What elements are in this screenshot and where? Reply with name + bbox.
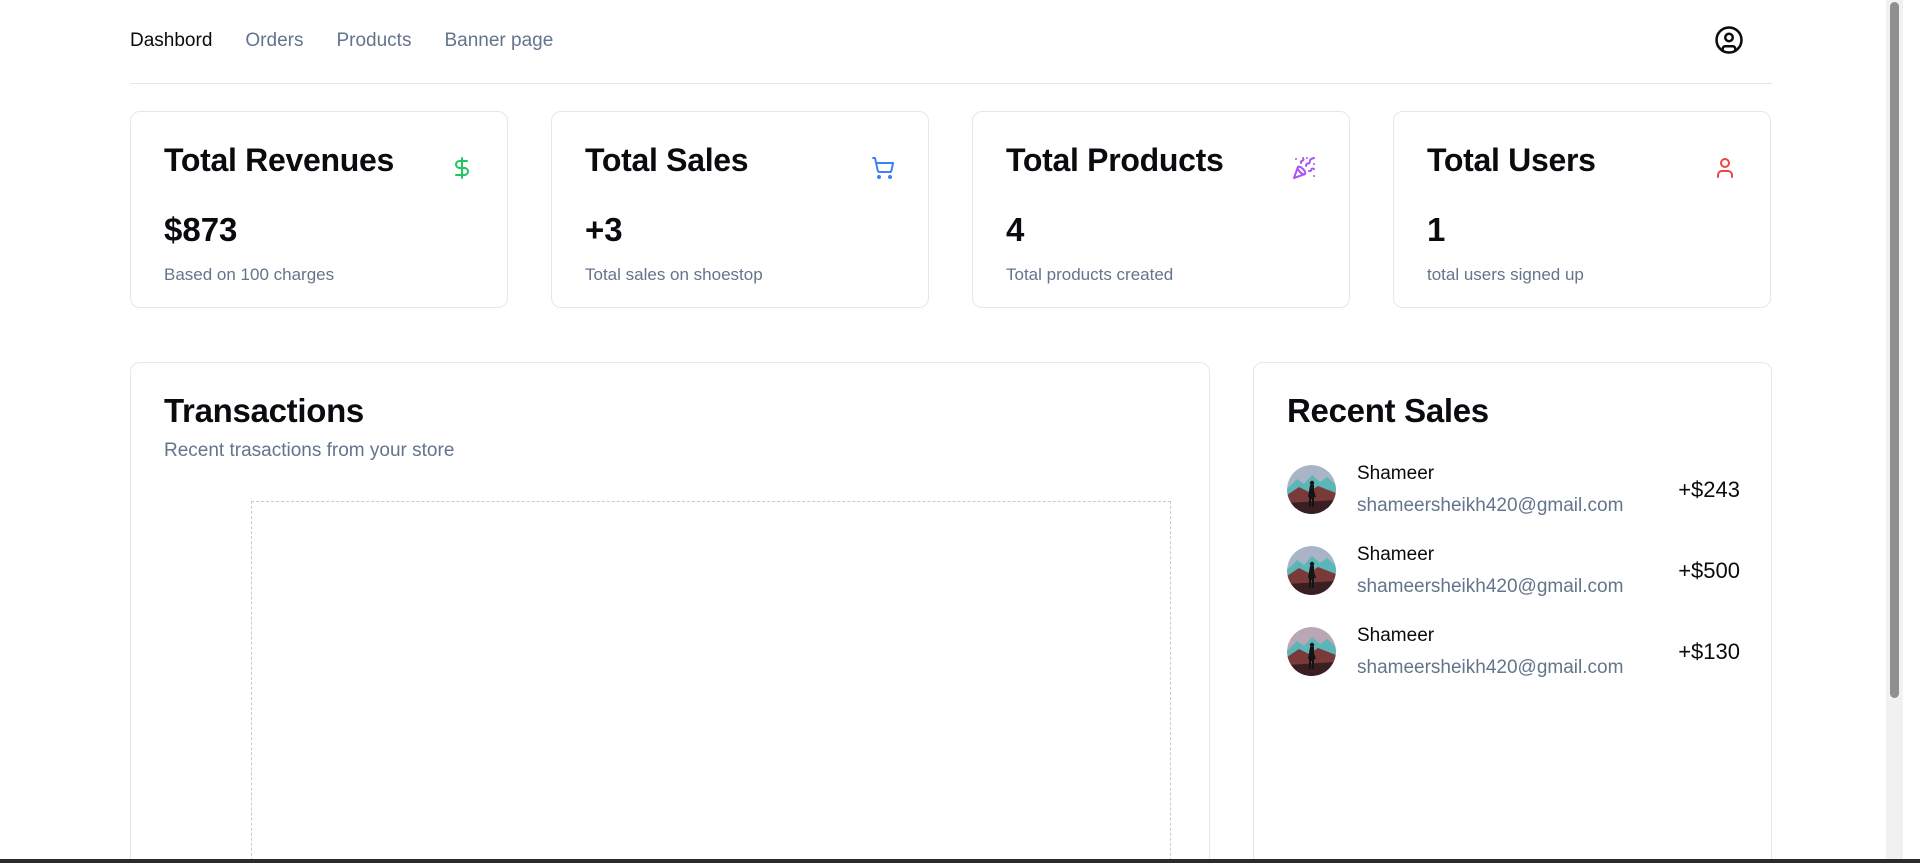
- transactions-chart-area: [251, 501, 1171, 859]
- sale-customer-email: shameersheikh420@gmail.com: [1357, 576, 1624, 597]
- nav-link-banner-page[interactable]: Banner page: [444, 30, 553, 52]
- stat-description: total users signed up: [1427, 265, 1584, 284]
- transactions-card: Transactions Recent trasactions from you…: [130, 362, 1210, 859]
- stat-card-revenues: Total Revenues $873 Based on 100 charges: [130, 111, 508, 308]
- stat-title: Total Products: [1006, 142, 1224, 178]
- stat-description: Total sales on shoestop: [585, 265, 763, 284]
- sale-amount: +$243: [1678, 477, 1740, 502]
- top-navigation: Dashbord Orders Products Banner page: [130, 0, 1772, 84]
- stat-description: Based on 100 charges: [164, 265, 335, 284]
- nav-links: Dashbord Orders Products Banner page: [130, 30, 553, 52]
- stat-value: $873: [164, 211, 238, 248]
- dashboard-page: Dashbord Orders Products Banner page Tot…: [0, 0, 1903, 859]
- transactions-title: Transactions: [164, 392, 364, 429]
- user-icon: [1717, 158, 1733, 178]
- party-popper-icon: [1293, 157, 1316, 179]
- sale-customer-name: Shameer: [1357, 625, 1435, 646]
- sale-row: Shameer shameersheikh420@gmail.com +$130: [1287, 625, 1740, 706]
- stat-card-products: Total Products 4 Total products created: [972, 111, 1350, 308]
- stat-card-sales: Total Sales +3 Total sales on shoestop: [551, 111, 929, 308]
- avatar: [1287, 546, 1336, 595]
- sale-amount: +$130: [1678, 639, 1740, 664]
- page-scrollbar[interactable]: [1886, 0, 1903, 859]
- stat-title: Total Revenues: [164, 142, 394, 178]
- nav-link-orders[interactable]: Orders: [245, 30, 303, 52]
- sale-customer-name: Shameer: [1357, 544, 1435, 565]
- sale-amount: +$500: [1678, 558, 1740, 583]
- transactions-subtitle: Recent trasactions from your store: [164, 440, 455, 461]
- user-menu-button[interactable]: [1714, 25, 1744, 55]
- recent-sales-title: Recent Sales: [1287, 392, 1489, 429]
- sale-row: Shameer shameersheikh420@gmail.com +$500: [1287, 544, 1740, 625]
- recent-sales-card: Recent Sales Shameer shameersheikh420@gm…: [1253, 362, 1772, 859]
- stats-row: Total Revenues $873 Based on 100 charges…: [130, 111, 1772, 308]
- nav-link-products[interactable]: Products: [336, 30, 411, 52]
- sale-row: Shameer shameersheikh420@gmail.com +$243: [1287, 463, 1740, 544]
- avatar: [1287, 465, 1336, 514]
- avatar: [1287, 627, 1336, 676]
- sale-customer-email: shameersheikh420@gmail.com: [1357, 495, 1624, 516]
- sale-customer-name: Shameer: [1357, 463, 1435, 484]
- stat-value: 4: [1006, 211, 1025, 248]
- recent-sales-list: Shameer shameersheikh420@gmail.com +$243: [1287, 463, 1740, 706]
- scrollbar-thumb[interactable]: [1890, 2, 1899, 698]
- dollar-sign-icon: [455, 157, 469, 179]
- stat-value: +3: [585, 211, 623, 248]
- nav-link-dashboard[interactable]: Dashbord: [130, 30, 212, 52]
- stat-value: 1: [1427, 211, 1446, 248]
- shopping-cart-icon: [872, 157, 895, 179]
- stat-title: Total Sales: [585, 142, 749, 178]
- sale-customer-email: shameersheikh420@gmail.com: [1357, 657, 1624, 678]
- stat-title: Total Users: [1427, 142, 1596, 178]
- window-bottom-edge: [0, 859, 1920, 863]
- user-circle-icon: [1715, 26, 1743, 54]
- stat-description: Total products created: [1006, 265, 1174, 284]
- stat-card-users: Total Users 1 total users signed up: [1393, 111, 1771, 308]
